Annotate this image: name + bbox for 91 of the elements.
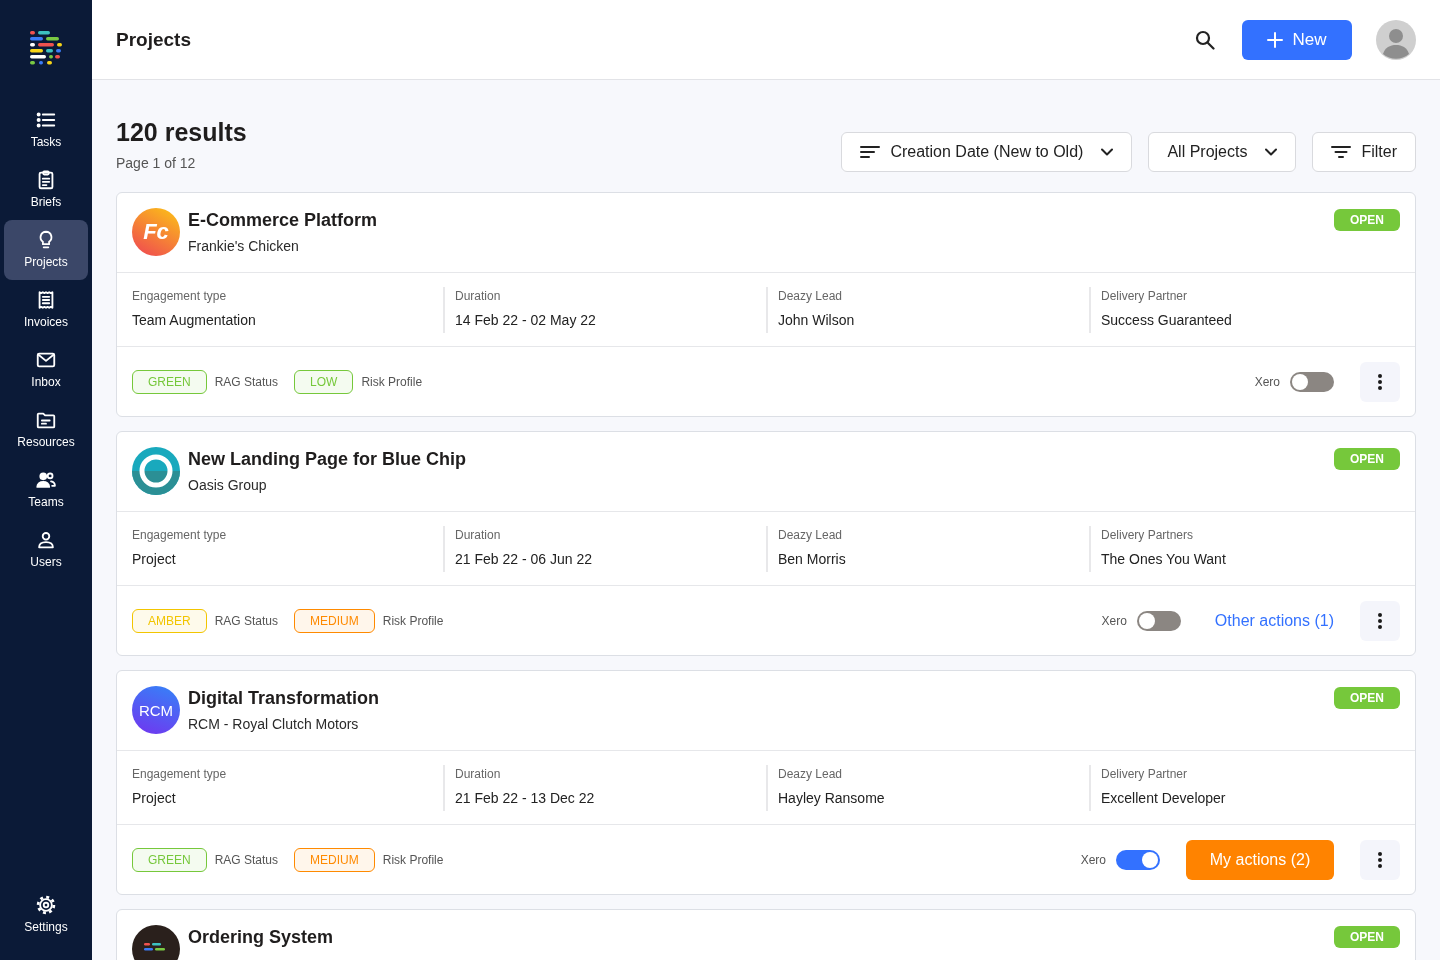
detail-value: Project — [132, 789, 177, 807]
status-badge: OPEN — [1334, 687, 1400, 709]
tag-caption: Risk Profile — [382, 852, 444, 867]
detail-value: John Wilson — [778, 311, 856, 329]
detail-label: Duration — [455, 288, 502, 304]
results-count: 120 results — [116, 117, 247, 148]
project-title[interactable]: Digital Transformation — [188, 687, 380, 709]
detail-label: Duration — [455, 766, 502, 782]
rag-status-tag: AMBER — [132, 608, 207, 633]
rag-status-tag: GREEN — [132, 369, 207, 394]
vertical-dots-icon — [1378, 612, 1382, 629]
status-badge: OPEN — [1334, 926, 1400, 948]
page-indicator: Page 1 of 12 — [116, 154, 197, 172]
status-badge: OPEN — [1334, 448, 1400, 470]
search-button[interactable] — [1195, 29, 1215, 50]
chevron-down-icon — [1101, 148, 1114, 156]
client-name: Oasis Group — [188, 476, 268, 494]
nav-item[interactable]: Briefs — [4, 160, 88, 220]
project-title[interactable]: Ordering System — [188, 926, 334, 948]
status-badge: OPEN — [1334, 209, 1400, 231]
client-name: Frankie's Chicken — [188, 237, 300, 255]
risk-profile-tag: MEDIUM — [294, 608, 375, 633]
risk-profile-tag: LOW — [294, 369, 354, 394]
detail-label: Engagement type — [132, 527, 228, 543]
tag-caption: RAG Status — [214, 852, 279, 867]
detail-label: Duration — [455, 527, 502, 543]
detail-value: 21 Feb 22 - 06 Jun 22 — [455, 550, 593, 568]
nav-item[interactable]: Inbox — [4, 340, 88, 400]
person-icon — [35, 529, 57, 551]
toggle-label: Xero — [1101, 613, 1127, 628]
more-options-button[interactable] — [1360, 361, 1400, 402]
filter-button[interactable]: Filter — [1312, 132, 1416, 172]
vertical-dots-icon — [1378, 373, 1382, 390]
detail-value: Team Augmentation — [132, 311, 257, 329]
toggle-label: Xero — [1080, 852, 1106, 867]
logo-icon — [30, 30, 62, 66]
actions-link[interactable]: Other actions (1) — [1214, 611, 1334, 630]
nav-item[interactable]: Teams — [4, 460, 88, 520]
settings-icon — [35, 894, 57, 916]
plus-icon — [1267, 31, 1284, 48]
dark-logo-icon — [132, 925, 180, 960]
detail-value: Hayley Ransome — [778, 789, 886, 807]
more-options-button[interactable] — [1360, 839, 1400, 880]
xero-toggle[interactable] — [1136, 610, 1181, 631]
client-name: RCM - Royal Clutch Motors — [188, 715, 360, 733]
nav-item[interactable]: Users — [4, 520, 88, 580]
project-title[interactable]: E-Commerce Platform — [188, 209, 378, 231]
rag-status-tag: GREEN — [132, 847, 207, 872]
project-title[interactable]: New Landing Page for Blue Chip — [188, 448, 466, 470]
detail-value: 21 Feb 22 - 13 Dec 22 — [455, 789, 596, 807]
page-title: Projects — [116, 28, 191, 51]
nav-item[interactable]: Resources — [4, 400, 88, 460]
avatar-icon[interactable] — [1376, 19, 1416, 60]
company-logo: Fc — [132, 208, 180, 256]
xero-toggle[interactable] — [1290, 371, 1334, 392]
detail-value: Ben Morris — [778, 550, 847, 568]
nav-item[interactable]: Settings — [4, 885, 88, 945]
new-button[interactable]: New — [1242, 19, 1352, 60]
nav-item[interactable]: Projects — [4, 220, 88, 280]
detail-value: Excellent Developer — [1101, 789, 1227, 807]
search-icon — [1195, 29, 1215, 50]
tag-caption: Risk Profile — [361, 374, 423, 389]
detail-value: 14 Feb 22 - 02 May 22 — [455, 311, 597, 329]
detail-label: Engagement type — [132, 288, 228, 304]
company-logo: RCM — [132, 686, 180, 734]
nav-item[interactable]: Invoices — [4, 280, 88, 340]
toggle-label: Xero — [1254, 374, 1280, 389]
tag-caption: Risk Profile — [382, 613, 444, 628]
more-options-button[interactable] — [1360, 600, 1400, 641]
tag-caption: RAG Status — [214, 374, 279, 389]
detail-label: Deazy Lead — [778, 288, 844, 304]
filter-icon — [1331, 145, 1352, 159]
detail-label: Deazy Lead — [778, 766, 844, 782]
detail-label: Delivery Partner — [1101, 288, 1189, 304]
chevron-down-icon — [1265, 148, 1278, 156]
sort-icon — [860, 145, 881, 159]
sort-dropdown[interactable]: Creation Date (New to Old) — [841, 132, 1133, 172]
detail-value: The Ones You Want — [1101, 550, 1227, 568]
detail-label: Delivery Partner — [1101, 766, 1189, 782]
detail-label: Engagement type — [132, 766, 228, 782]
ring-logo-icon — [132, 447, 180, 495]
nav-item[interactable]: Tasks — [4, 100, 88, 160]
detail-value: Project — [132, 550, 177, 568]
projects-dropdown[interactable]: All Projects — [1148, 132, 1297, 172]
detail-label: Delivery Partners — [1101, 527, 1195, 543]
vertical-dots-icon — [1378, 851, 1382, 868]
detail-value: Success Guaranteed — [1101, 311, 1233, 329]
detail-label: Deazy Lead — [778, 527, 844, 543]
xero-toggle[interactable] — [1116, 849, 1160, 870]
tag-caption: RAG Status — [214, 613, 279, 628]
risk-profile-tag: MEDIUM — [294, 847, 375, 872]
